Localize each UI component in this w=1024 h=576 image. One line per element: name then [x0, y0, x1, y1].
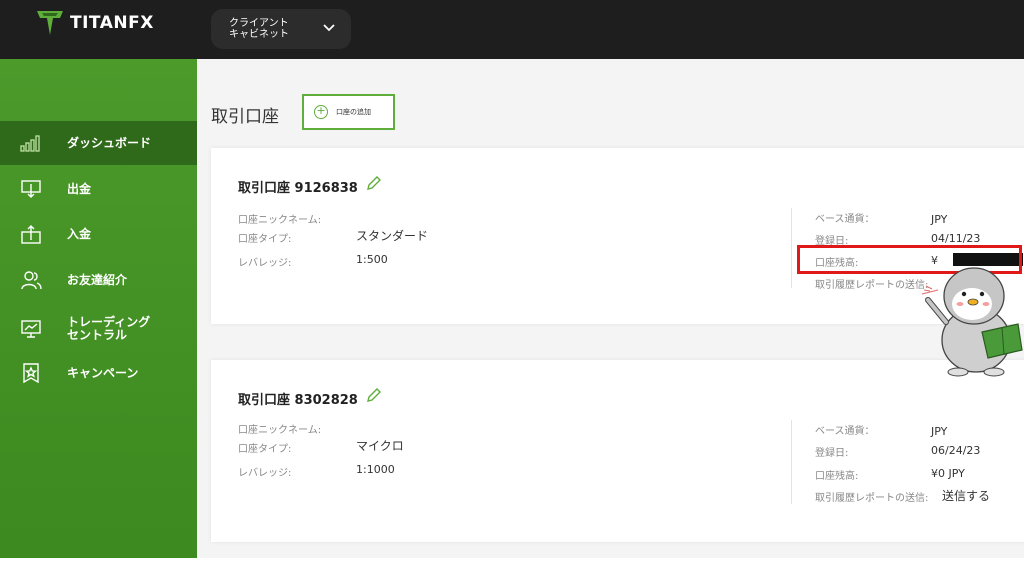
leverage-value: 1:1000 — [356, 463, 395, 476]
users-icon — [20, 269, 42, 291]
account-type-label: 口座タイプ: — [238, 234, 292, 245]
sidebar-item-label: お友達紹介 — [67, 272, 128, 287]
registered-date-value: 06/24/23 — [931, 444, 981, 457]
edit-pencil-icon[interactable] — [366, 175, 382, 191]
report-label: 取引履歴レポートの送信: — [815, 493, 929, 504]
main-content: 取引口座 + 口座の追加 取引口座 9126838 口座ニックネーム: 口座タイ… — [197, 59, 1024, 558]
chevron-down-icon — [323, 24, 335, 32]
base-currency-value: JPY — [931, 213, 948, 226]
leverage-label: レバレッジ: — [238, 258, 292, 269]
add-account-button[interactable]: + 口座の追加 — [302, 94, 395, 130]
edit-pencil-icon[interactable] — [366, 387, 382, 403]
sidebar-item-dashboard[interactable]: ダッシュボード — [0, 121, 197, 165]
account-type-value: スタンダード — [356, 229, 429, 243]
account-card: 取引口座 8302828 口座ニックネーム: 口座タイプ: マイクロ レバレッジ… — [211, 360, 1024, 542]
page-title: 取引口座 — [211, 107, 279, 127]
sidebar-item-label: ダッシュボード — [67, 135, 152, 150]
report-value[interactable]: 送信する — [942, 487, 990, 504]
account-title: 取引口座 9126838 — [238, 181, 358, 196]
balance-value: ¥0 JPY — [931, 467, 965, 480]
account-title: 取引口座 8302828 — [238, 393, 358, 408]
plus-circle-icon: + — [314, 105, 328, 119]
add-account-label: 口座の追加 — [336, 108, 371, 116]
leverage-label: レバレッジ: — [238, 468, 292, 479]
sidebar: ダッシュボード 出金 入金 お友達紹介 トレーディング セントラル キャンペーン — [0, 59, 197, 558]
titanfx-logo[interactable]: TITANFX — [36, 10, 154, 36]
account-type-value: マイクロ — [356, 439, 404, 453]
shield-logo-icon — [37, 11, 63, 35]
sidebar-item-label: トレーディング セントラル — [67, 315, 151, 342]
penguin-mascot-illustration — [921, 267, 1023, 377]
withdraw-icon — [20, 178, 42, 200]
bottom-strip — [0, 558, 1024, 576]
sidebar-item-campaign[interactable]: キャンペーン — [0, 351, 197, 395]
base-currency-label: ベース通貨： — [815, 214, 875, 225]
deposit-icon — [20, 223, 42, 245]
column-divider — [791, 420, 792, 504]
sidebar-item-refer-friend[interactable]: お友達紹介 — [0, 258, 197, 302]
report-label: 取引履歴レポートの送信: — [815, 280, 929, 291]
registered-date-label: 登録日: — [815, 448, 849, 459]
sidebar-item-trading-central[interactable]: トレーディング セントラル — [0, 307, 197, 351]
monitor-icon — [20, 318, 42, 340]
nickname-label: 口座ニックネーム: — [238, 425, 322, 436]
account-card: 取引口座 9126838 口座ニックネーム: 口座タイプ: スタンダード レバレ… — [211, 148, 1024, 324]
sidebar-item-deposit[interactable]: 入金 — [0, 212, 197, 256]
sidebar-item-label: 出金 — [67, 181, 92, 196]
leverage-value: 1:500 — [356, 253, 388, 266]
sidebar-item-withdraw[interactable]: 出金 — [0, 167, 197, 211]
top-bar: TITANFX クライアント キャビネット — [0, 0, 1024, 59]
base-currency-label: ベース通貨： — [815, 426, 875, 437]
nickname-label: 口座ニックネーム: — [238, 215, 322, 226]
bar-chart-icon — [20, 132, 42, 154]
brand-name: TITANFX — [70, 13, 154, 33]
column-divider — [791, 208, 792, 288]
client-cabinet-label: クライアント キャビネット — [229, 18, 289, 40]
bookmark-star-icon — [20, 362, 42, 384]
account-type-label: 口座タイプ: — [238, 444, 292, 455]
client-cabinet-dropdown[interactable]: クライアント キャビネット — [211, 9, 351, 49]
registered-date-value: 04/11/23 — [931, 232, 981, 245]
base-currency-value: JPY — [931, 425, 948, 438]
balance-label: 口座残高: — [815, 471, 859, 482]
sidebar-item-label: キャンペーン — [67, 365, 139, 380]
sidebar-item-label: 入金 — [67, 226, 92, 241]
